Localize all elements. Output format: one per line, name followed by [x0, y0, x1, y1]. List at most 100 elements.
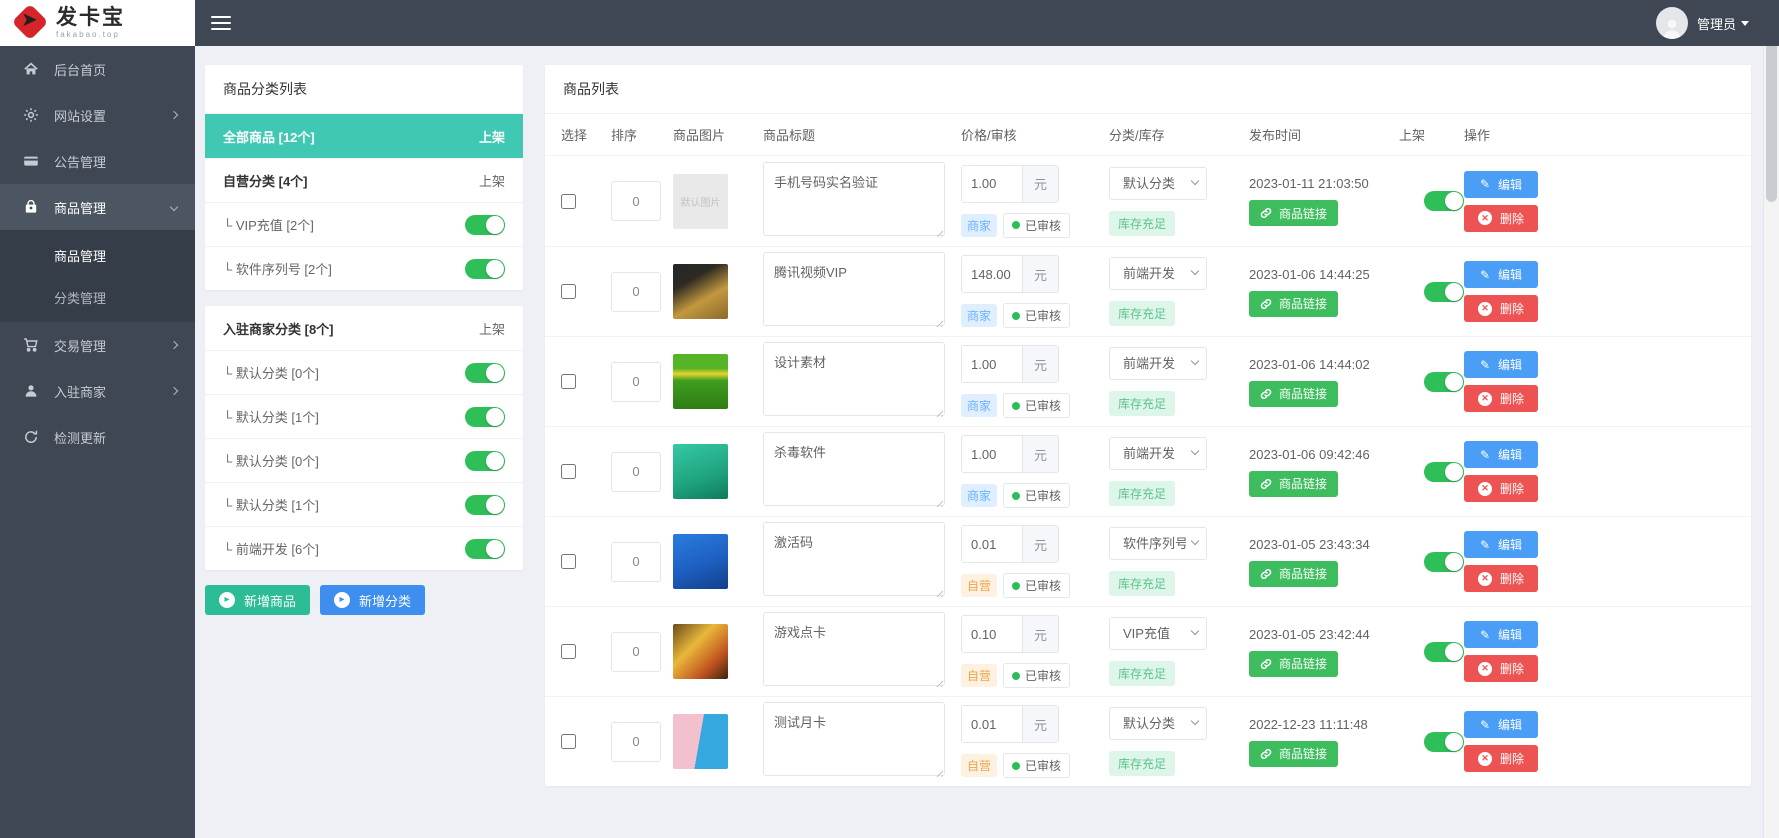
price-input[interactable]: [962, 526, 1022, 562]
sidebar-item[interactable]: 入驻商家: [0, 368, 195, 414]
add-category-button[interactable]: ▸ 新增分类: [320, 585, 426, 615]
on-sale-toggle[interactable]: [1424, 731, 1464, 752]
sidebar-item[interactable]: 后台首页: [0, 46, 195, 92]
hamburger-menu-icon[interactable]: [211, 16, 231, 30]
circle-arrow-icon: ▸: [334, 592, 351, 608]
price-input[interactable]: [962, 706, 1022, 742]
sidebar-item[interactable]: 公告管理: [0, 138, 195, 184]
delete-button[interactable]: ✕ 删除: [1464, 385, 1538, 412]
category-row[interactable]: └ 默认分类 [1个]: [205, 482, 523, 526]
row-checkbox[interactable]: [561, 734, 576, 749]
edit-button[interactable]: ✎ 编辑: [1464, 441, 1538, 468]
price-input[interactable]: [962, 436, 1022, 472]
row-checkbox[interactable]: [561, 644, 576, 659]
category-row[interactable]: 自营分类 [4个] 上架: [205, 158, 523, 202]
delete-button[interactable]: ✕ 删除: [1464, 745, 1538, 772]
category-toggle[interactable]: [465, 214, 505, 235]
product-title-textarea[interactable]: [763, 522, 945, 596]
on-sale-toggle[interactable]: [1424, 371, 1464, 392]
product-link-button[interactable]: 商品链接: [1249, 290, 1339, 317]
delete-button[interactable]: ✕ 删除: [1464, 565, 1538, 592]
delete-button[interactable]: ✕ 删除: [1464, 655, 1538, 682]
edit-button[interactable]: ✎ 编辑: [1464, 261, 1538, 288]
product-link-button[interactable]: 商品链接: [1249, 470, 1339, 497]
sidebar-item[interactable]: 网站设置: [0, 92, 195, 138]
on-sale-toggle[interactable]: [1424, 551, 1464, 572]
category-row[interactable]: └ 前端开发 [6个]: [205, 526, 523, 570]
category-toggle[interactable]: [465, 406, 505, 427]
category-row[interactable]: └ VIP充值 [2个]: [205, 202, 523, 246]
product-link-button[interactable]: 商品链接: [1249, 740, 1339, 767]
category-row[interactable]: └ 默认分类 [1个]: [205, 394, 523, 438]
edit-button[interactable]: ✎ 编辑: [1464, 621, 1538, 648]
price-input[interactable]: [962, 165, 1022, 202]
sort-input[interactable]: [611, 631, 661, 672]
on-sale-toggle[interactable]: [1424, 461, 1464, 482]
edit-button[interactable]: ✎ 编辑: [1464, 170, 1538, 198]
row-checkbox[interactable]: [561, 284, 576, 299]
product-link-button[interactable]: 商品链接: [1249, 380, 1339, 407]
on-sale-toggle[interactable]: [1424, 641, 1464, 662]
product-title-textarea[interactable]: [763, 612, 945, 686]
on-sale-toggle[interactable]: [1424, 281, 1464, 302]
category-row[interactable]: └ 默认分类 [0个]: [205, 350, 523, 394]
on-sale-toggle[interactable]: [1424, 191, 1464, 211]
user-menu[interactable]: 管理员: [1697, 14, 1749, 33]
product-title-textarea[interactable]: [763, 161, 945, 236]
category-row[interactable]: 入驻商家分类 [8个] 上架: [205, 306, 523, 350]
sort-input[interactable]: [611, 361, 661, 402]
category-select[interactable]: 默认分类: [1109, 707, 1207, 740]
sort-input[interactable]: [611, 181, 661, 221]
product-link-button[interactable]: 商品链接: [1249, 200, 1339, 226]
sidebar-item[interactable]: 检测更新: [0, 414, 195, 460]
category-toggle[interactable]: [465, 538, 505, 559]
product-title-textarea[interactable]: [763, 702, 945, 776]
edit-button[interactable]: ✎ 编辑: [1464, 351, 1538, 378]
product-title-textarea[interactable]: [763, 252, 945, 326]
delete-button[interactable]: ✕ 删除: [1464, 295, 1538, 322]
category-row[interactable]: └ 软件序列号 [2个]: [205, 246, 523, 290]
price-input[interactable]: [962, 256, 1022, 292]
category-row[interactable]: └ 默认分类 [0个]: [205, 438, 523, 482]
category-select[interactable]: 前端开发: [1109, 257, 1207, 290]
row-checkbox[interactable]: [561, 554, 576, 569]
sidebar-subitem[interactable]: 商品管理: [0, 234, 195, 276]
price-input-group: 元: [961, 525, 1059, 563]
product-title-textarea[interactable]: [763, 432, 945, 506]
price-input[interactable]: [962, 616, 1022, 652]
sort-input[interactable]: [611, 721, 661, 762]
sort-input[interactable]: [611, 451, 661, 492]
category-toggle[interactable]: [465, 494, 505, 515]
sidebar-item[interactable]: 商品管理: [0, 184, 195, 230]
category-row[interactable]: 全部商品 [12个] 上架: [205, 114, 523, 158]
product-image: [673, 264, 728, 319]
category-select[interactable]: 默认分类: [1109, 166, 1207, 200]
product-link-button[interactable]: 商品链接: [1249, 650, 1339, 677]
sort-input[interactable]: [611, 271, 661, 312]
row-checkbox[interactable]: [561, 193, 576, 209]
delete-button[interactable]: ✕ 删除: [1464, 204, 1538, 232]
avatar[interactable]: [1655, 7, 1688, 39]
product-link-button[interactable]: 商品链接: [1249, 560, 1339, 587]
category-toggle[interactable]: [465, 450, 505, 471]
category-select[interactable]: 前端开发: [1109, 437, 1207, 470]
category-select[interactable]: 前端开发: [1109, 347, 1207, 380]
category-select[interactable]: 软件序列号: [1109, 527, 1207, 560]
row-checkbox[interactable]: [561, 464, 576, 479]
delete-button[interactable]: ✕ 删除: [1464, 475, 1538, 502]
category-toggle[interactable]: [465, 362, 505, 383]
product-title-textarea[interactable]: [763, 342, 945, 416]
category-select[interactable]: VIP充值: [1109, 617, 1207, 650]
add-product-button[interactable]: ▸ 新增商品: [205, 585, 311, 615]
row-checkbox[interactable]: [561, 374, 576, 389]
product-image: 默认图片: [673, 173, 728, 229]
sidebar-subitem[interactable]: 分类管理: [0, 276, 195, 318]
price-input[interactable]: [962, 346, 1022, 382]
edit-button[interactable]: ✎ 编辑: [1464, 711, 1538, 738]
category-toggle[interactable]: [465, 258, 505, 279]
audit-badge: 已审核: [1003, 753, 1071, 778]
edit-button[interactable]: ✎ 编辑: [1464, 531, 1538, 558]
price-unit: 元: [1022, 706, 1058, 742]
sort-input[interactable]: [611, 541, 661, 582]
sidebar-item[interactable]: 交易管理: [0, 322, 195, 368]
